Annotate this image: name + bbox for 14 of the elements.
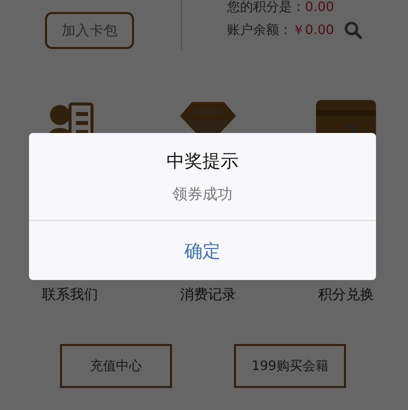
action-button[interactable]: 充值中心: [60, 344, 172, 388]
menu-label[interactable]: 积分兑换: [318, 286, 374, 304]
confirm-button[interactable]: 确定: [29, 221, 376, 280]
dialog-title: 中奖提示: [166, 150, 238, 173]
balance-label: 账户余额：: [227, 22, 292, 39]
balance-value: ￥0.00: [292, 22, 334, 39]
menu-label[interactable]: 消费记录: [180, 286, 236, 304]
search-icon[interactable]: [344, 21, 362, 39]
points-label: 您的积分是：: [227, 0, 306, 16]
action-button[interactable]: 199购买会籍: [234, 344, 346, 388]
menu-label[interactable]: 联系我们: [42, 286, 98, 304]
points-value: 0.00: [305, 0, 334, 14]
dialog-message: 领券成功: [172, 185, 232, 204]
add-card-button[interactable]: 加入卡包: [45, 12, 134, 49]
